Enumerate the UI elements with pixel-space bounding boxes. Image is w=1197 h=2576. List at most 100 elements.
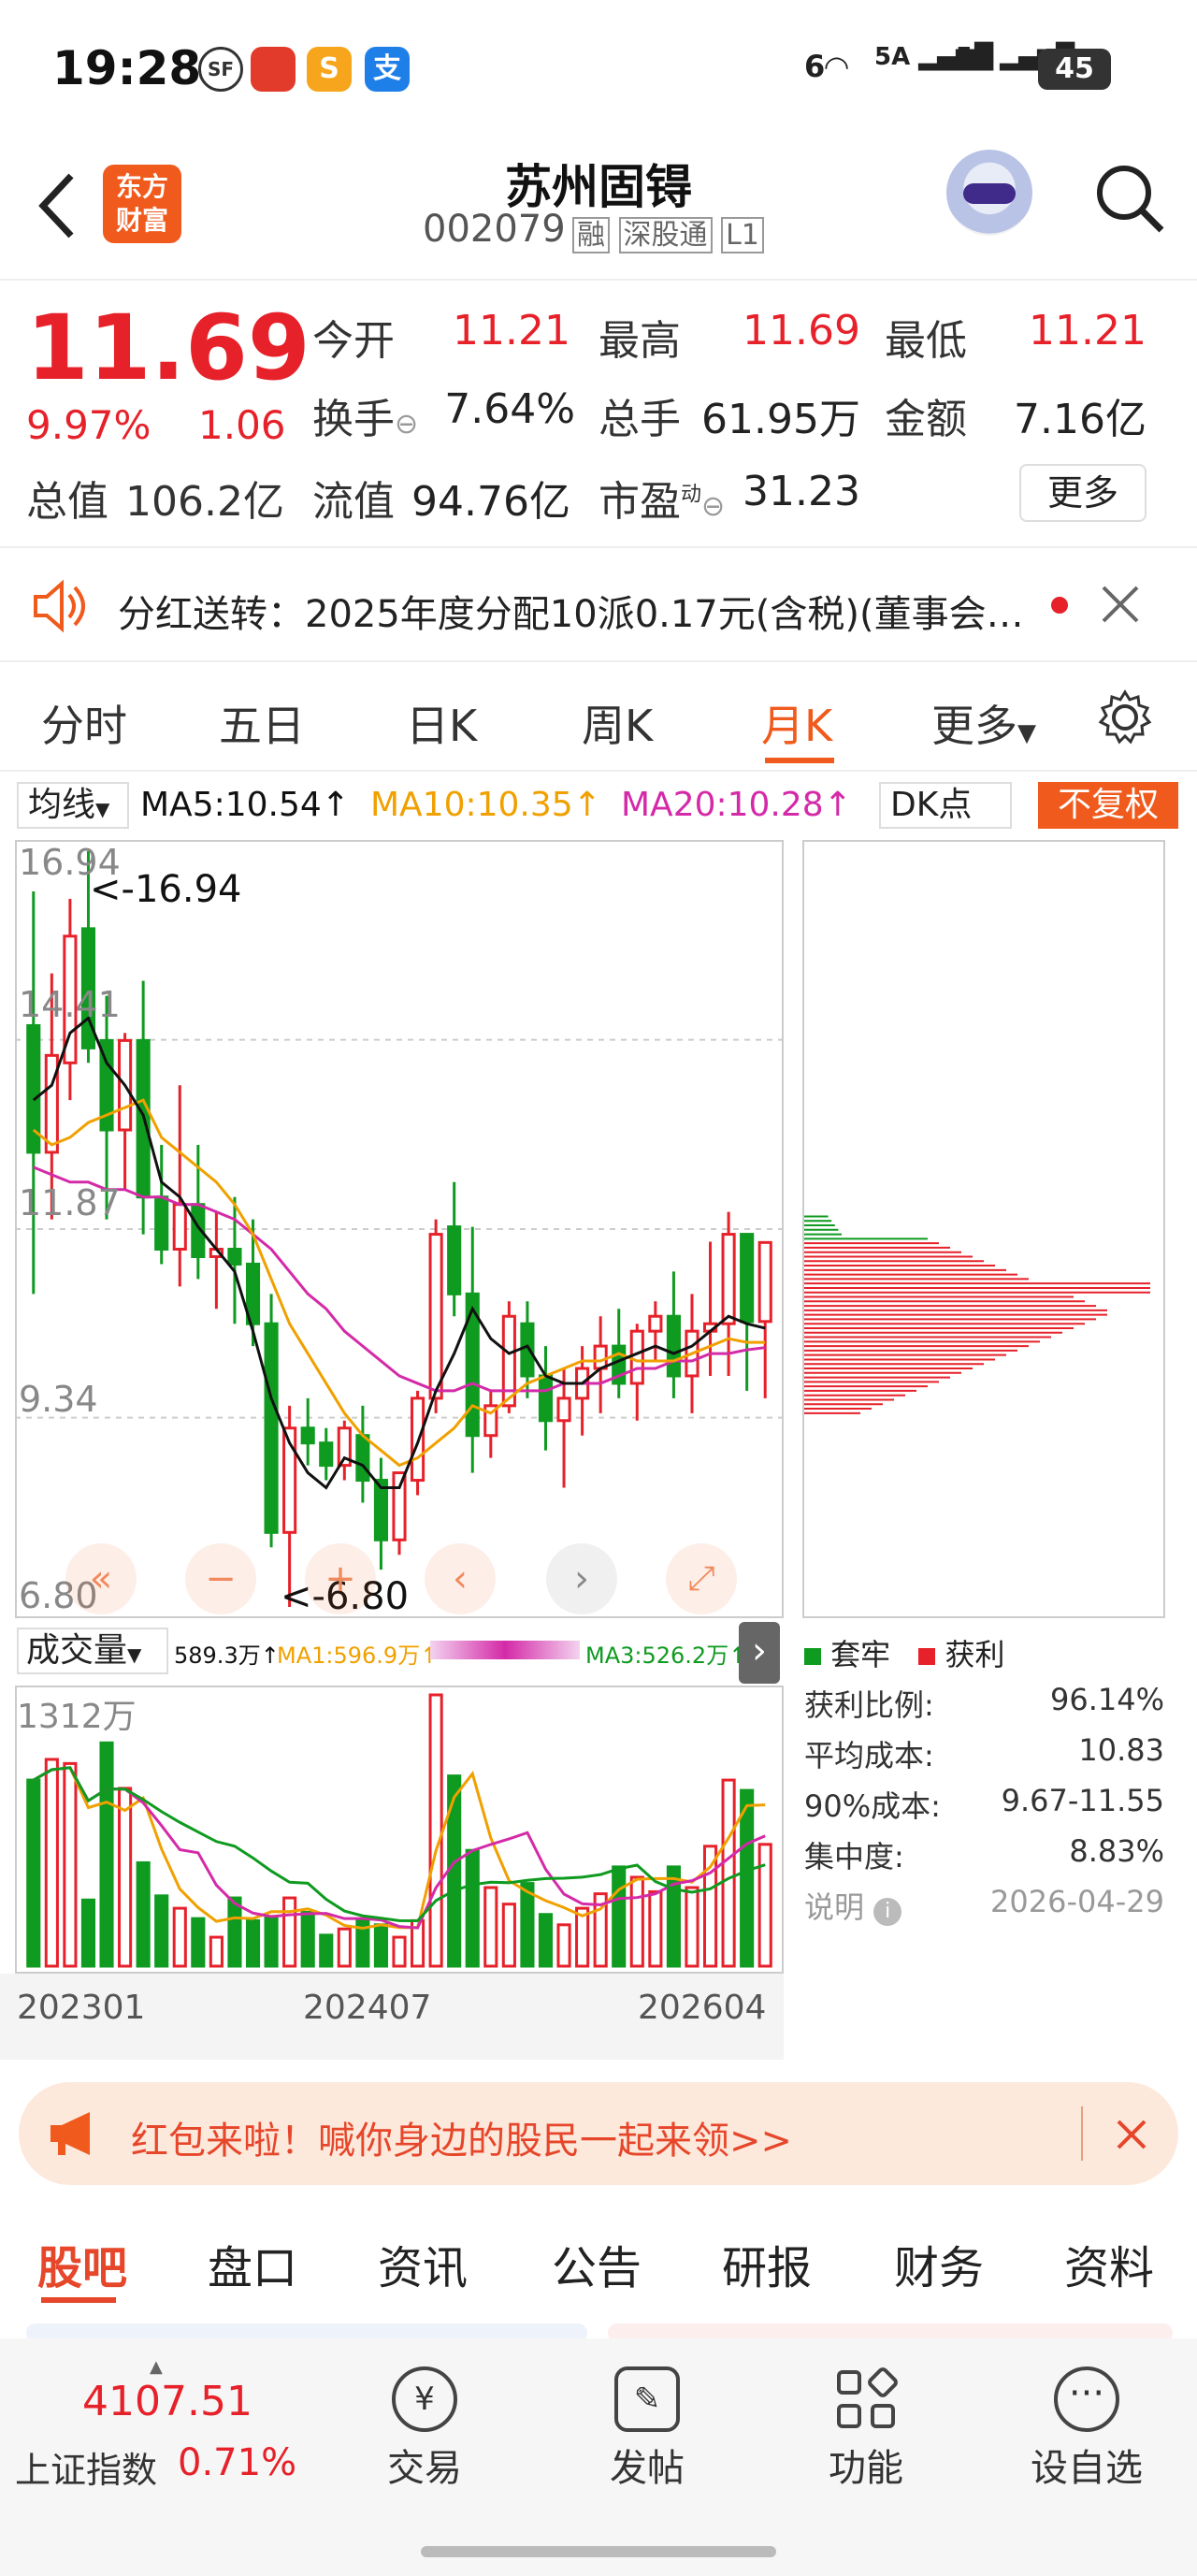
tab-pankou[interactable]: 盘口 (208, 2231, 297, 2296)
volume-value: 61.95万 (701, 396, 860, 443)
back-arrow-icon[interactable] (34, 168, 80, 243)
index-name[interactable]: 上证指数 (15, 2441, 157, 2493)
volume-bar (154, 1894, 169, 1968)
scroll-left-button[interactable]: ‹ (425, 1543, 496, 1614)
market-value-label: 总值 (26, 478, 108, 526)
candle-body (556, 1397, 571, 1423)
ma-selector[interactable]: 均线▼ (17, 782, 129, 829)
open-label: 今开 (312, 317, 395, 365)
volume-bar (740, 1788, 755, 1968)
info-icon[interactable]: ⊖ (701, 490, 725, 523)
volume-bar (556, 1923, 571, 1968)
more-button[interactable]: 更多 (1019, 464, 1147, 522)
clock: 19:28 (52, 41, 202, 95)
candle-body (319, 1441, 334, 1468)
info-icon[interactable]: i (873, 1898, 902, 1926)
close-icon[interactable] (1100, 584, 1141, 625)
volume-ma2-label (430, 1641, 580, 1659)
volume-bar (447, 1774, 462, 1968)
turnover-value: 7.64% (444, 385, 575, 433)
kline-chart[interactable] (15, 840, 784, 1618)
chip-stat-note[interactable]: 说明 i 2026-04-29 (804, 1884, 1164, 1927)
volume-ma3-label: MA3:526.2万↑ (585, 1643, 747, 1669)
tab-5day[interactable]: 五日 (219, 692, 305, 754)
volume-bar (245, 1918, 261, 1968)
y-label-4: 9.34 (19, 1379, 98, 1420)
volume-x-axis: 202301 202407 202604 (0, 1974, 784, 2060)
volume-bar (337, 1927, 352, 1968)
zoom-in-button[interactable]: + (305, 1543, 376, 1614)
candle-body (666, 1314, 681, 1378)
chip-frame (802, 840, 1165, 1618)
expand-panel-icon[interactable]: › (739, 1622, 780, 1684)
volume-label: 总手 (598, 396, 681, 443)
promo-text: 红包来啦！喊你身边的股民一起来领>> (131, 2120, 793, 2163)
chip-legend: 套牢 获利 (804, 1631, 1005, 1674)
pe-value: 31.23 (743, 468, 860, 515)
volume-y-label: 1312万 (17, 1698, 137, 1736)
volume-bar (300, 1911, 315, 1968)
robot-avatar[interactable] (946, 150, 1032, 236)
float-value-label: 流值 (312, 478, 395, 526)
candle-body (264, 1322, 279, 1534)
market-value: 106.2亿 (125, 478, 284, 526)
caret-up-icon: ▲ (150, 2357, 163, 2377)
tab-profile[interactable]: 资料 (1064, 2231, 1154, 2296)
candle-body (538, 1374, 554, 1423)
volume-bar (538, 1913, 554, 1968)
volume-bar (319, 1933, 334, 1968)
settings-gear-icon[interactable] (1096, 688, 1154, 746)
y-label-2: 14.41 (19, 984, 121, 1025)
tab-weekly[interactable]: 周K (582, 692, 653, 754)
notice-text: 分红送转：2025年度分配10派0.17元(含税)(董事会… (118, 593, 1024, 636)
nav-trade[interactable]: ¥ 交易 (359, 2366, 490, 2492)
candle-body (757, 1240, 772, 1324)
active-bottom-tab-indicator (41, 2297, 116, 2303)
volume-bar (44, 1758, 59, 1968)
volume-selector[interactable]: 成交量▼ (17, 1628, 168, 1674)
legend-loss-swatch (804, 1648, 821, 1665)
low-label: 最低 (885, 317, 967, 365)
volume-bar (264, 1915, 279, 1968)
tab-finance[interactable]: 财务 (894, 2231, 984, 2296)
scroll-left-fast-button[interactable]: « (65, 1543, 137, 1614)
status-bar: 19:28 SF S 支 6◠ 5A ▂▄▆█ 5A ▂▄▆█ 45 (0, 0, 1197, 140)
index-value[interactable]: 4107.51 (82, 2378, 252, 2425)
tab-more[interactable]: 更多▼ (931, 692, 1036, 754)
tab-guba[interactable]: 股吧 (37, 2231, 127, 2296)
fuquan-button[interactable]: 不复权 (1038, 782, 1178, 829)
tab-intraday[interactable]: 分时 (41, 692, 127, 754)
info-icon[interactable]: ⊖ (395, 408, 418, 441)
promo-banner[interactable]: 红包来啦！喊你身边的股民一起来领>> (19, 2082, 1178, 2185)
volume-bar (702, 1845, 718, 1968)
close-icon[interactable] (1115, 2118, 1148, 2151)
home-indicator (421, 2546, 776, 2557)
stock-tags: 融 深股通 L1 (572, 211, 764, 253)
x-label-mid: 202407 (303, 1989, 432, 2027)
tab-announcement[interactable]: 公告 (552, 2231, 642, 2296)
sf-express-icon: SF (198, 47, 243, 92)
dk-selector[interactable]: DK点 (879, 782, 1012, 829)
dividend-notice[interactable]: 分红送转：2025年度分配10派0.17元(含税)(董事会… (0, 550, 1197, 662)
more-dots-icon: ··· (1054, 2366, 1119, 2432)
fullscreen-icon[interactable]: ⤢ (666, 1543, 737, 1614)
high-label: 最高 (598, 317, 681, 365)
nav-functions[interactable]: 功能 (800, 2365, 931, 2492)
volume-bar (63, 1761, 78, 1968)
tab-daily[interactable]: 日K (406, 692, 477, 754)
candle-body (740, 1233, 755, 1324)
high-value: 11.69 (743, 307, 860, 355)
volume-bar (191, 1917, 206, 1968)
edit-icon: ✎ (614, 2366, 680, 2432)
search-icon[interactable] (1092, 161, 1167, 236)
speaker-icon (34, 579, 85, 633)
tab-monthly[interactable]: 月K (761, 692, 832, 754)
nav-watchlist[interactable]: ··· 设自选 (1021, 2366, 1152, 2492)
zoom-out-button[interactable]: − (185, 1543, 256, 1614)
tab-news[interactable]: 资讯 (378, 2231, 468, 2296)
scroll-right-button[interactable]: › (546, 1543, 617, 1614)
tab-research[interactable]: 研报 (722, 2231, 812, 2296)
volume-bar (282, 1896, 297, 1968)
unread-dot (1051, 597, 1068, 614)
nav-post[interactable]: ✎ 发帖 (582, 2366, 713, 2492)
